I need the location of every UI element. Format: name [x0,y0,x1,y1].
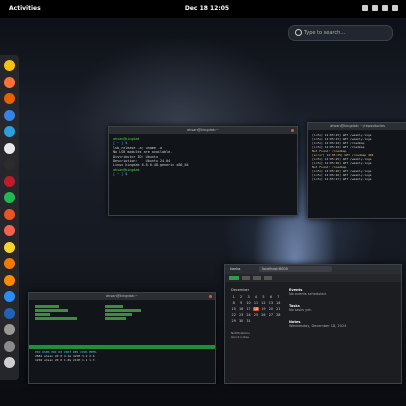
calendar-day[interactable]: 26 [261,313,266,317]
calendar-day[interactable]: 10 [246,301,251,305]
toolbar-button[interactable] [242,276,250,280]
browser-tab[interactable]: kanka [230,267,240,271]
calendar-day[interactable]: 23 [238,313,243,317]
clock-icon[interactable] [4,60,15,71]
calendar-widget: December 1 2 3 4 5 6 7 8 9 10 11 12 13 14 15 16 17 18 19 20… [231,288,281,339]
calendar-day[interactable]: 5 [261,295,266,299]
terminal-output[interactable]: ahsan@kingdak[ ~ ] $ lsb_release -a; una… [109,134,297,180]
calendar-day[interactable]: 22 [231,313,236,317]
calendar-month: December [231,288,250,292]
search-placeholder: Type to search… [304,30,346,36]
top-bar: Activities Dec 18 12:05 [0,0,406,18]
window-title: ahsan@kingdak:~ [106,294,138,298]
calendar-day[interactable]: 1 [231,295,236,299]
search-input[interactable]: Type to search… [288,25,393,41]
volume-icon [372,5,378,11]
calendar-day[interactable]: 12 [261,301,266,305]
calendar-day[interactable]: 29 [231,319,236,323]
calendar-day[interactable]: 4 [253,295,258,299]
close-icon[interactable] [209,295,212,298]
battery-icon [382,5,388,11]
window-titlebar[interactable]: ahsan@kingdak:~ [109,127,297,134]
close-icon[interactable] [291,129,294,132]
window-title: ahsan@kingdak: ~/repositories [330,124,385,128]
apps-grid-icon[interactable] [4,357,15,368]
firefox-icon[interactable] [4,76,15,88]
calendar-day[interactable]: 20 [268,307,273,311]
telegram-icon[interactable] [4,126,15,137]
terminal-icon[interactable] [4,159,15,170]
calendar-day[interactable]: 8 [231,301,236,305]
browser-toolbar [225,274,401,282]
browser-window[interactable]: kanka localhost:8000 December 1234567891… [224,264,402,384]
htop-window[interactable]: ahsan@kingdak:~ PID USER PRI NI VIRT RES… [28,292,216,384]
htop-meters [29,300,215,325]
toolbar-button[interactable] [229,276,239,280]
calendar-day[interactable]: 13 [268,301,273,305]
window-titlebar[interactable]: ahsan@kingdak: ~/repositories [308,123,406,130]
events-text: No events scheduled. [289,292,327,296]
calendar-day[interactable]: 30 [238,319,243,323]
activities-button[interactable]: Activities [9,5,41,12]
search-icon [295,29,302,36]
terminal-line: 1204 ahsan 20 0 1.8G 211M 1.1 1.3 [35,358,95,362]
terminal-window-2[interactable]: ahsan@kingdak: ~/repositories [info] 12:… [307,122,406,219]
calendar-icon[interactable] [4,258,15,269]
calendar-day[interactable]: 16 [238,307,243,311]
calendar-day[interactable]: 6 [268,295,273,299]
url-bar[interactable]: localhost:8000 [259,266,332,272]
toolbar-button[interactable] [253,276,261,280]
software-icon[interactable] [4,208,15,220]
terminal-window-1[interactable]: ahsan@kingdak:~ ahsan@kingdak[ ~ ] $ lsb… [108,126,298,216]
calendar-day[interactable]: 31 [246,319,251,323]
calendar-day[interactable]: 25 [253,313,258,317]
terminal-line: [ ~ ] $ [113,172,130,177]
terminal-output[interactable]: [info] 12:05:23] GET /weekly-logs [info] … [308,130,406,184]
sidebar-note: Quick notes [231,335,249,339]
network-icon [362,5,368,11]
tools-icon[interactable] [4,324,15,335]
calendar-day[interactable]: 24 [246,313,251,317]
window-title: ahsan@kingdak:~ [187,128,219,132]
toolbar-button[interactable] [264,276,272,280]
files-icon[interactable] [4,109,15,121]
photos-icon[interactable] [4,225,15,236]
calendar-day[interactable]: 3 [246,295,251,299]
music-icon[interactable] [4,274,15,286]
tasks-text: No tasks yet. [289,308,312,312]
chrome-icon[interactable] [4,142,15,154]
settings-icon[interactable] [4,175,15,187]
calendar-day[interactable]: 19 [261,307,266,311]
calendar-day[interactable]: 2 [238,295,243,299]
code-icon[interactable] [4,291,15,302]
notes-text: Wednesday, December 18, 2024 [289,324,347,328]
dock [0,55,19,380]
calendar-grid[interactable]: 1 2 3 4 5 6 7 8 9 10 11 12 13 14 15 16 17 18 19 20 21 22 23 24 2… [231,295,281,323]
clock[interactable]: Dec 18 12:05 [177,5,237,12]
terminal-line: [info] 12:05:27] GET /weekly-logs [312,177,372,181]
calendar-day[interactable]: 18 [253,307,259,311]
browser-tabbar: kanka localhost:8000 [225,265,401,274]
calendar-day[interactable]: 11 [253,301,258,305]
trash-icon[interactable] [4,340,15,352]
calendar-day[interactable]: 9 [238,301,243,305]
system-tray[interactable] [362,5,398,11]
htop-process-list[interactable]: PID USER PRI NI VIRT RES CPU% MEM% 2881 a… [29,349,215,363]
calendar-day[interactable]: 15 [231,307,236,311]
dashboard-content: Events No events scheduled. Tasks No tas… [281,288,395,339]
calendar-day[interactable]: 17 [246,307,251,311]
editor-icon[interactable] [4,241,15,253]
calendar-day[interactable]: 27 [268,313,273,317]
window-titlebar[interactable]: ahsan@kingdak:~ [29,293,215,300]
virtualbox-icon[interactable] [4,307,15,319]
power-icon [392,5,398,11]
spotify-icon[interactable] [4,192,15,203]
mail-icon[interactable] [4,93,15,104]
